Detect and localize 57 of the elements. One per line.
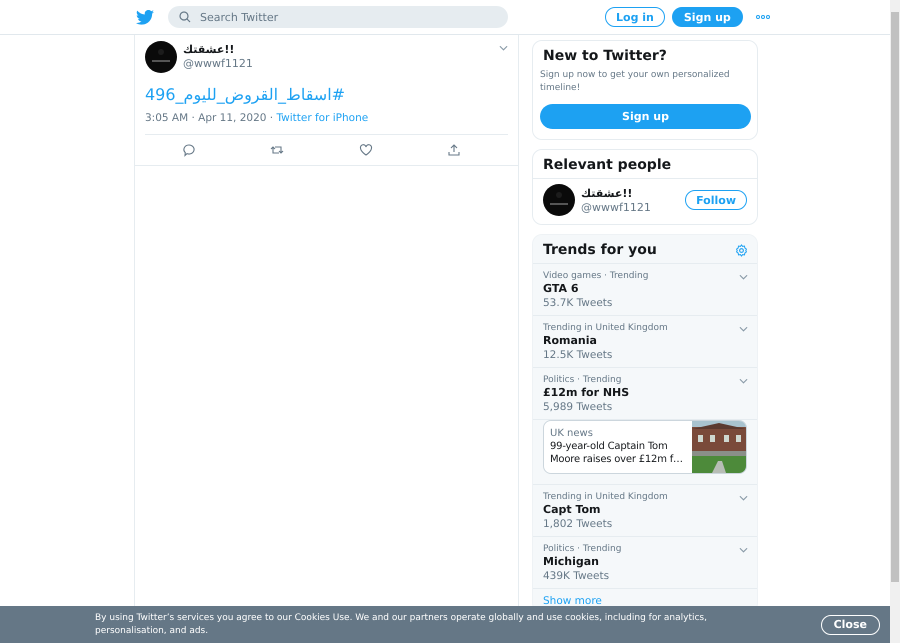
- trend-name: Romania: [543, 334, 598, 348]
- trend-item[interactable]: Trending in United Kingdom Capt Tom 1,802 Tweets: [533, 485, 757, 537]
- chevron-down-icon[interactable]: [499, 45, 508, 51]
- cookies-link[interactable]: Cookies Use: [294, 612, 350, 622]
- signup-button[interactable]: Sign up: [672, 7, 743, 27]
- trend-item[interactable]: Trending in United Kingdom Romania 12.5K Tweets: [533, 316, 757, 368]
- card-title: Trends for you: [543, 242, 657, 258]
- trend-item[interactable]: Video games · Trending GTA 6 53.7K Tweets: [533, 264, 757, 316]
- avatar: [543, 184, 575, 216]
- trend-context: Trending in United Kingdom: [543, 322, 668, 334]
- trend-name: £12m for NHS: [543, 386, 630, 400]
- card-title: New to Twitter?: [542, 47, 668, 66]
- tweet-count: 12.5K Tweets: [543, 348, 614, 362]
- chevron-down-icon[interactable]: [739, 495, 748, 501]
- news-card[interactable]: UK news 99-year-old Captain Tom Moore raises over £12m f…: [543, 420, 747, 474]
- avatar: [145, 41, 177, 73]
- user-name: عشقتك!!: [183, 43, 236, 57]
- trend-context: Trending in United Kingdom: [543, 491, 668, 503]
- card-title: Relevant people: [542, 156, 672, 175]
- reply-icon[interactable]: [182, 143, 196, 157]
- search-field[interactable]: Search Twitter: [168, 6, 508, 28]
- bird-logo-icon[interactable]: [136, 10, 154, 24]
- share-icon[interactable]: [446, 143, 461, 157]
- login-button[interactable]: Log in: [605, 7, 665, 27]
- hashtag-link[interactable]: #اسقاط_القروض_لليوم_496: [145, 85, 346, 104]
- news-category: UK news: [550, 427, 594, 440]
- chevron-down-icon[interactable]: [739, 274, 748, 280]
- tweet-count: 439K Tweets: [543, 569, 610, 583]
- source-link[interactable]: Twitter for iPhone: [276, 112, 368, 124]
- card-text: Sign up now to get your own personalized timeline!: [539, 69, 731, 95]
- more-icon[interactable]: [756, 15, 770, 19]
- trend-context: Politics · Trending: [543, 543, 622, 555]
- tweet-meta: 3:05 AM · Apr 11, 2020 · Twitter for iPhone: [145, 112, 508, 135]
- chevron-down-icon[interactable]: [739, 326, 748, 332]
- trend-context: Video games · Trending: [543, 270, 648, 282]
- trend-name: Michigan: [543, 555, 600, 569]
- trend-item[interactable]: Politics · Trending Michigan 439K Tweets: [533, 537, 757, 589]
- trend-context: Politics · Trending: [543, 374, 622, 386]
- scrollbar-thumb[interactable]: [891, 12, 899, 582]
- tweet-count: 53.7K Tweets: [543, 296, 614, 310]
- signup-button[interactable]: Sign up: [540, 104, 751, 129]
- user-handle: @wwwf1121: [581, 201, 652, 215]
- settings-icon[interactable]: [735, 244, 748, 256]
- tweet-count: 1,802 Tweets: [543, 517, 614, 531]
- chevron-down-icon[interactable]: [739, 547, 748, 553]
- trend-name: GTA 6: [543, 282, 580, 296]
- tweet-count: 5,989 Tweets: [543, 400, 614, 414]
- show-more-link[interactable]: Show more: [543, 595, 602, 607]
- heart-icon[interactable]: [358, 143, 373, 157]
- follow-button[interactable]: Follow: [685, 190, 747, 210]
- user-handle: @wwwf1121: [183, 57, 254, 71]
- user-name: عشقتك!!: [581, 187, 634, 201]
- trend-name: Capt Tom: [543, 503, 602, 517]
- chevron-down-icon[interactable]: [739, 378, 748, 384]
- news-headline: 99-year-old Captain Tom Moore raises over £12m f…: [550, 440, 684, 466]
- cookie-notice: By using Twitter’s services you agree to our Cookies Use. We and our partners operate globally and use cookies, including for analytics, personalisation, and ads.: [95, 612, 708, 638]
- close-button[interactable]: Close: [820, 614, 880, 634]
